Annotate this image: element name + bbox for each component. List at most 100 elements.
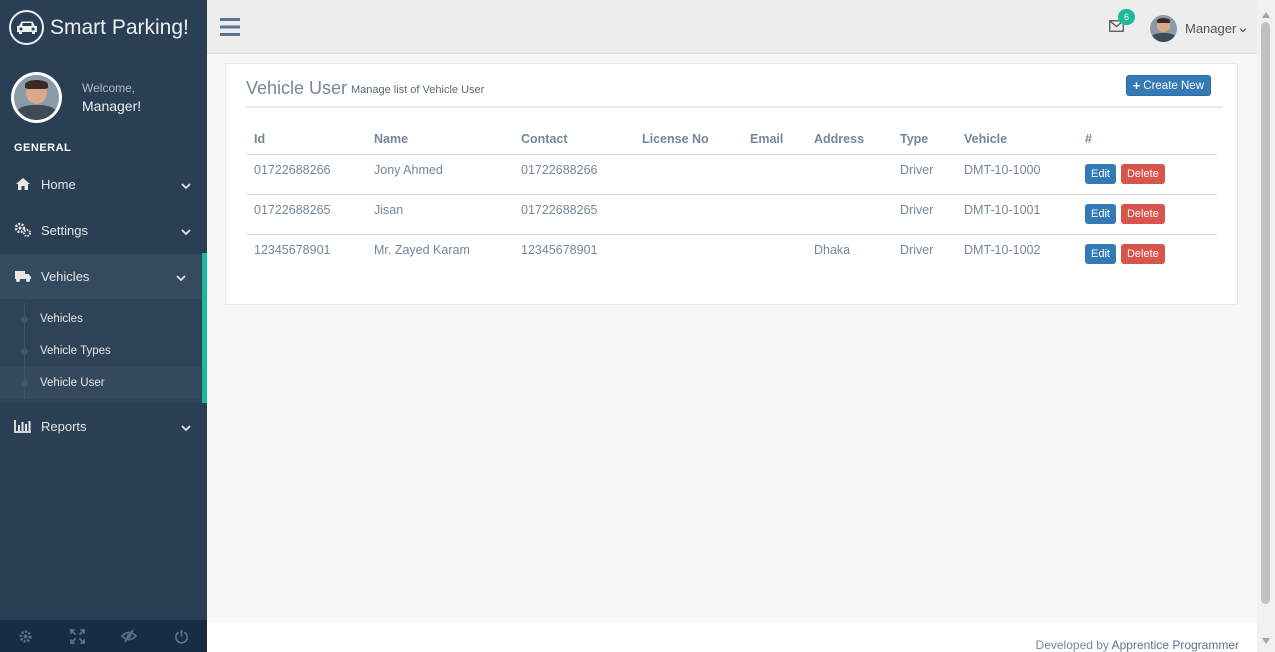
create-new-label: Create New xyxy=(1143,79,1204,92)
cell-address xyxy=(806,154,892,195)
sidebar-item-vehicles[interactable]: Vehicles xyxy=(0,253,207,299)
chevron-down-icon xyxy=(181,420,191,435)
sub-item-label: Vehicle User xyxy=(40,377,105,389)
footer-developer-link[interactable]: Apprentice Programmer xyxy=(1112,638,1239,652)
fullscreen-icon[interactable] xyxy=(52,620,104,652)
cell-license xyxy=(634,234,742,274)
sub-item-vehicle-user[interactable]: Vehicle User xyxy=(0,367,202,399)
profile: Welcome, Manager! xyxy=(11,72,141,123)
menu-toggle-icon[interactable] xyxy=(220,18,240,39)
car-icon xyxy=(9,10,44,45)
cell-email xyxy=(742,194,806,235)
column-header-type: Type xyxy=(892,124,956,155)
cell-vehicle: DMT-10-1000 xyxy=(956,154,1077,195)
cell-name: Jony Ahmed xyxy=(366,154,513,195)
vehicle-user-panel: Vehicle User Manage list of Vehicle User… xyxy=(225,63,1238,305)
cell-actions: Edit Delete xyxy=(1077,194,1217,235)
page-subtitle: Manage list of Vehicle User xyxy=(351,84,485,96)
user-profile-dropdown[interactable]: Manager xyxy=(1150,15,1247,42)
cell-name: Mr. Zayed Karam xyxy=(374,242,470,257)
column-header-vehicle: Vehicle xyxy=(956,124,1077,155)
cell-type: Driver xyxy=(892,194,956,235)
footer-credit: Developed by Apprentice Programmer xyxy=(1036,638,1239,652)
sub-item-vehicles[interactable]: Vehicles xyxy=(0,303,202,335)
page-title: Vehicle User xyxy=(246,78,348,98)
panel-header: Vehicle User Manage list of Vehicle User… xyxy=(246,75,1223,108)
chevron-down-icon xyxy=(1239,21,1247,36)
avatar xyxy=(11,72,62,123)
vehicle-user-table: Id Name Contact License No Email Address… xyxy=(246,124,1217,274)
column-header-license: License No xyxy=(634,124,742,155)
scroll-down-arrow-icon[interactable] xyxy=(1262,632,1270,647)
cell-contact: 01722688266 xyxy=(513,154,634,195)
profile-name: Manager! xyxy=(82,98,142,114)
cell-email xyxy=(742,234,806,274)
edit-button[interactable]: Edit xyxy=(1085,203,1116,224)
table-row: 12345678901 Mr. Zayed Karam 12345678901 … xyxy=(246,234,1217,274)
sidebar-item-reports[interactable]: Reports xyxy=(0,403,207,449)
edit-button[interactable]: Edit xyxy=(1085,163,1116,184)
column-header-id: Id xyxy=(246,124,366,155)
menu-section-title: GENERAL xyxy=(14,142,72,154)
cell-actions: Edit Delete xyxy=(1077,154,1217,195)
page-footer: Developed by Apprentice Programmer xyxy=(207,622,1257,652)
cell-email xyxy=(742,154,806,195)
cell-contact: 12345678901 xyxy=(521,242,598,257)
cell-address: Dhaka xyxy=(814,242,851,257)
footer-prefix: Developed by xyxy=(1035,638,1109,652)
cell-contact: 01722688265 xyxy=(513,194,634,235)
table-header-row: Id Name Contact License No Email Address… xyxy=(246,124,1217,155)
truck-icon xyxy=(13,268,33,284)
column-header-contact: Contact xyxy=(513,124,634,155)
delete-button[interactable]: Delete xyxy=(1120,203,1165,224)
welcome-text: Welcome, xyxy=(82,81,136,95)
top-nav: 6 Manager xyxy=(207,0,1257,54)
chevron-down-icon xyxy=(181,178,191,193)
sidebar-item-home[interactable]: Home xyxy=(0,161,207,207)
column-header-actions: # xyxy=(1077,124,1217,155)
eye-close-icon[interactable] xyxy=(104,620,156,652)
cell-vehicle: DMT-10-1001 xyxy=(956,194,1077,235)
chevron-down-icon xyxy=(176,270,186,285)
cell-id: 01722688266 xyxy=(246,154,366,195)
gears-icon xyxy=(13,222,33,238)
brand[interactable]: Smart Parking! xyxy=(0,0,207,55)
scrollbar-thumb[interactable] xyxy=(1261,22,1270,604)
sub-item-label: Vehicle Types xyxy=(40,345,111,357)
settings-gear-icon[interactable] xyxy=(0,620,52,652)
user-name: Manager xyxy=(1185,21,1237,36)
scroll-up-arrow-icon[interactable] xyxy=(1262,6,1270,21)
vehicles-submenu: Vehicles Vehicle Types Vehicle User xyxy=(0,299,207,403)
cell-type: Driver xyxy=(900,242,934,257)
delete-button[interactable]: Delete xyxy=(1120,163,1165,184)
column-header-email: Email xyxy=(742,124,806,155)
sidebar-item-label: Home xyxy=(41,176,76,192)
sidebar: Smart Parking! Welcome, Manager! GENERAL… xyxy=(0,0,207,652)
cell-type: Driver xyxy=(892,154,956,195)
cell-vehicle: DMT-10-1002 xyxy=(964,242,1041,257)
edit-button[interactable]: Edit xyxy=(1085,243,1116,264)
column-header-address: Address xyxy=(806,124,892,155)
vertical-scrollbar[interactable] xyxy=(1257,0,1275,652)
table-row: 01722688266 Jony Ahmed 01722688266 Drive… xyxy=(246,154,1217,195)
column-header-name: Name xyxy=(366,124,513,155)
sub-item-vehicle-types[interactable]: Vehicle Types xyxy=(0,335,202,367)
create-new-button[interactable]: + Create New xyxy=(1125,75,1211,96)
cell-actions: Edit Delete xyxy=(1077,234,1217,274)
home-icon xyxy=(13,176,33,192)
cell-address xyxy=(806,194,892,235)
delete-button[interactable]: Delete xyxy=(1120,243,1165,264)
sidebar-item-label: Vehicles xyxy=(41,268,90,284)
cell-name: Jisan xyxy=(366,194,513,235)
sidebar-item-label: Settings xyxy=(41,222,88,238)
cell-id: 01722688265 xyxy=(246,194,366,235)
sidebar-item-settings[interactable]: Settings xyxy=(0,207,207,253)
power-off-icon[interactable] xyxy=(155,620,207,652)
mail-count-badge: 6 xyxy=(1118,9,1135,25)
brand-title: Smart Parking! xyxy=(50,15,189,39)
avatar xyxy=(1150,15,1177,42)
plus-icon: + xyxy=(1132,78,1141,93)
chevron-down-icon xyxy=(181,224,191,239)
bar-chart-icon xyxy=(13,418,33,434)
cell-license xyxy=(634,154,742,195)
